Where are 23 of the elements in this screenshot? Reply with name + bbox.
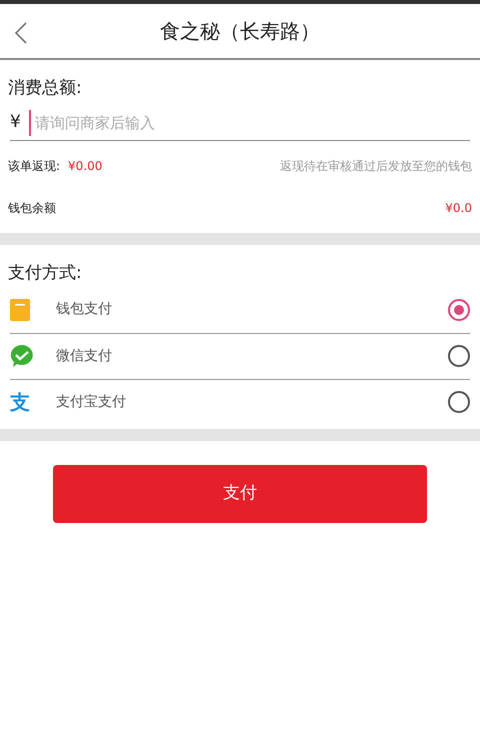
pay-button[interactable]: 支付 [53, 464, 427, 522]
balance-label: 钱包余额 [8, 200, 56, 217]
wallet-icon [10, 299, 30, 322]
payment-option[interactable]: 支 支付宝支付 [10, 378, 470, 424]
radio-button[interactable] [448, 345, 470, 367]
radio-button[interactable] [448, 298, 470, 320]
section-label: 支付方式: [8, 263, 82, 283]
page-title: 食之秘（长寿路） [160, 18, 320, 45]
cashback-label: 该单返现: [8, 158, 60, 175]
radio-button[interactable] [448, 391, 470, 413]
payment-option[interactable]: 微信支付 [10, 332, 470, 378]
back-icon[interactable] [14, 22, 28, 44]
payment-name: 支付宝支付 [56, 392, 127, 412]
balance-value: ¥0.0 [445, 200, 472, 217]
alipay-icon: 支 [10, 392, 40, 412]
cashback-note: 返现待在审核通过后发放至您的钱包 [280, 158, 472, 175]
cashback-value: ¥0.00 [68, 158, 102, 175]
payment-name: 钱包支付 [56, 300, 113, 319]
payment-option[interactable]: 钱包支付 [10, 286, 470, 332]
chat-check-icon [10, 344, 34, 368]
section-label: 消费总额: [8, 78, 82, 98]
payment-name: 微信支付 [56, 346, 113, 366]
currency-symbol: ¥ [10, 111, 21, 134]
